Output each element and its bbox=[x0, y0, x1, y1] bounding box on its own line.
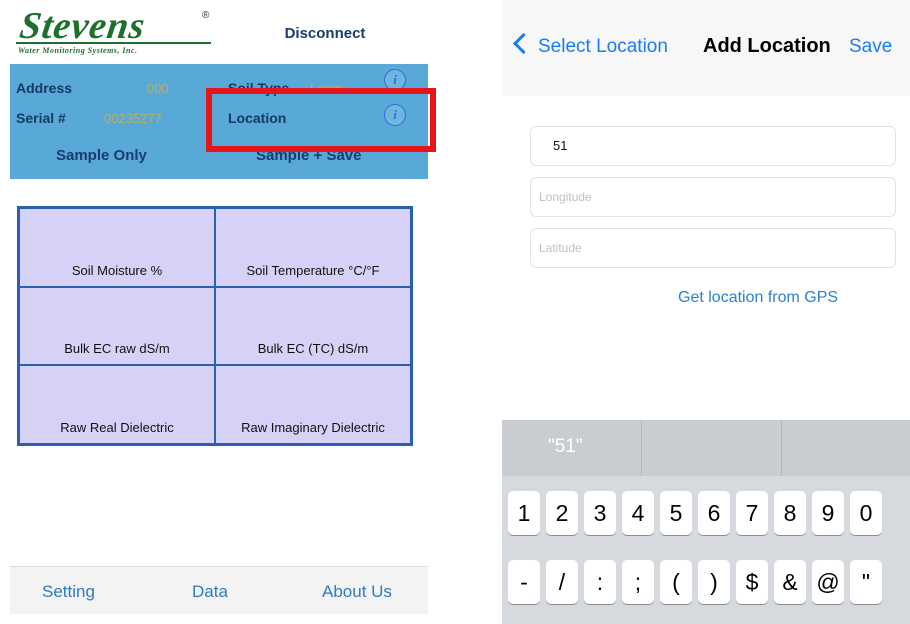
key-dollar[interactable]: $ bbox=[736, 560, 768, 604]
longitude-placeholder: Longitude bbox=[539, 190, 592, 204]
key-6[interactable]: 6 bbox=[698, 491, 730, 535]
measurement-grid: Soil Moisture % Soil Temperature °C/°F B… bbox=[17, 206, 413, 446]
key-1[interactable]: 1 bbox=[508, 491, 540, 535]
key-semicolon[interactable]: ; bbox=[622, 560, 654, 604]
soil-temperature-cell[interactable]: Soil Temperature °C/°F bbox=[215, 208, 411, 287]
key-2[interactable]: 2 bbox=[546, 491, 578, 535]
logo-subtitle: Water Monitoring Systems, Inc. bbox=[18, 46, 138, 55]
sample-only-button[interactable]: Sample Only bbox=[56, 147, 147, 164]
numeric-keyboard: "51" 1 2 3 4 5 6 7 8 9 0 - / : ; ( ) $ &… bbox=[502, 420, 910, 624]
registered-mark: ® bbox=[202, 10, 210, 21]
address-label: Address bbox=[16, 80, 73, 96]
key-close-paren[interactable]: ) bbox=[698, 560, 730, 604]
navigation-bar: Select Location Add Location Save bbox=[502, 0, 910, 96]
key-5[interactable]: 5 bbox=[660, 491, 692, 535]
key-colon[interactable]: : bbox=[584, 560, 616, 604]
key-quote[interactable]: " bbox=[850, 560, 882, 604]
page-title: Add Location bbox=[703, 35, 831, 57]
raw-real-dielectric-cell[interactable]: Raw Real Dielectric bbox=[19, 365, 215, 444]
address-value: 000 bbox=[147, 81, 169, 96]
longitude-field[interactable]: Longitude bbox=[530, 177, 896, 217]
suggestion-item-empty[interactable] bbox=[782, 420, 910, 476]
save-button[interactable]: Save bbox=[849, 36, 892, 58]
suggestion-item-empty[interactable] bbox=[642, 420, 782, 476]
suggestion-text: "51" bbox=[548, 436, 583, 457]
bulk-ec-tc-cell[interactable]: Bulk EC (TC) dS/m bbox=[215, 286, 411, 366]
key-ampersand[interactable]: & bbox=[774, 560, 806, 604]
key-4[interactable]: 4 bbox=[622, 491, 654, 535]
bulk-ec-raw-cell[interactable]: Bulk EC raw dS/m bbox=[19, 286, 215, 366]
tab-data[interactable]: Data bbox=[192, 582, 228, 602]
key-0[interactable]: 0 bbox=[850, 491, 882, 535]
location-highlight-box bbox=[206, 88, 436, 152]
back-chevron-icon[interactable] bbox=[512, 32, 535, 55]
key-slash[interactable]: / bbox=[546, 560, 578, 604]
latitude-field[interactable]: Latitude bbox=[530, 228, 896, 268]
key-3[interactable]: 3 bbox=[584, 491, 616, 535]
tab-about-us[interactable]: About Us bbox=[322, 582, 392, 602]
suggestion-bar: "51" bbox=[502, 420, 910, 476]
key-8[interactable]: 8 bbox=[774, 491, 806, 535]
location-name-field[interactable]: 51 bbox=[530, 126, 896, 166]
tab-setting[interactable]: Setting bbox=[42, 582, 95, 602]
location-name-value: 51 bbox=[553, 138, 568, 153]
key-hyphen[interactable]: - bbox=[508, 560, 540, 604]
key-7[interactable]: 7 bbox=[736, 491, 768, 535]
bottom-tab-bar: Setting Data About Us bbox=[10, 566, 428, 614]
key-at[interactable]: @ bbox=[812, 560, 844, 604]
latitude-placeholder: Latitude bbox=[539, 241, 582, 255]
stevens-logo: Stevens ® Water Monitoring Systems, Inc. bbox=[14, 5, 224, 55]
soil-moisture-cell[interactable]: Soil Moisture % bbox=[19, 208, 215, 287]
get-location-from-gps-button[interactable]: Get location from GPS bbox=[678, 289, 838, 307]
serial-label: Serial # bbox=[16, 110, 66, 126]
logo-underline bbox=[16, 42, 211, 44]
logo-wordmark: Stevens bbox=[17, 5, 149, 47]
raw-imaginary-dielectric-cell[interactable]: Raw Imaginary Dielectric bbox=[215, 365, 411, 444]
key-9[interactable]: 9 bbox=[812, 491, 844, 535]
stevens-app-screen: Stevens ® Water Monitoring Systems, Inc.… bbox=[0, 0, 436, 624]
add-location-screen: Select Location Add Location Save 51 Lon… bbox=[502, 0, 910, 624]
key-open-paren[interactable]: ( bbox=[660, 560, 692, 604]
disconnect-button[interactable]: Disconnect bbox=[260, 25, 390, 42]
suggestion-item[interactable]: "51" bbox=[502, 420, 642, 476]
serial-value: 00235277 bbox=[104, 111, 162, 126]
select-location-back-button[interactable]: Select Location bbox=[538, 36, 668, 58]
